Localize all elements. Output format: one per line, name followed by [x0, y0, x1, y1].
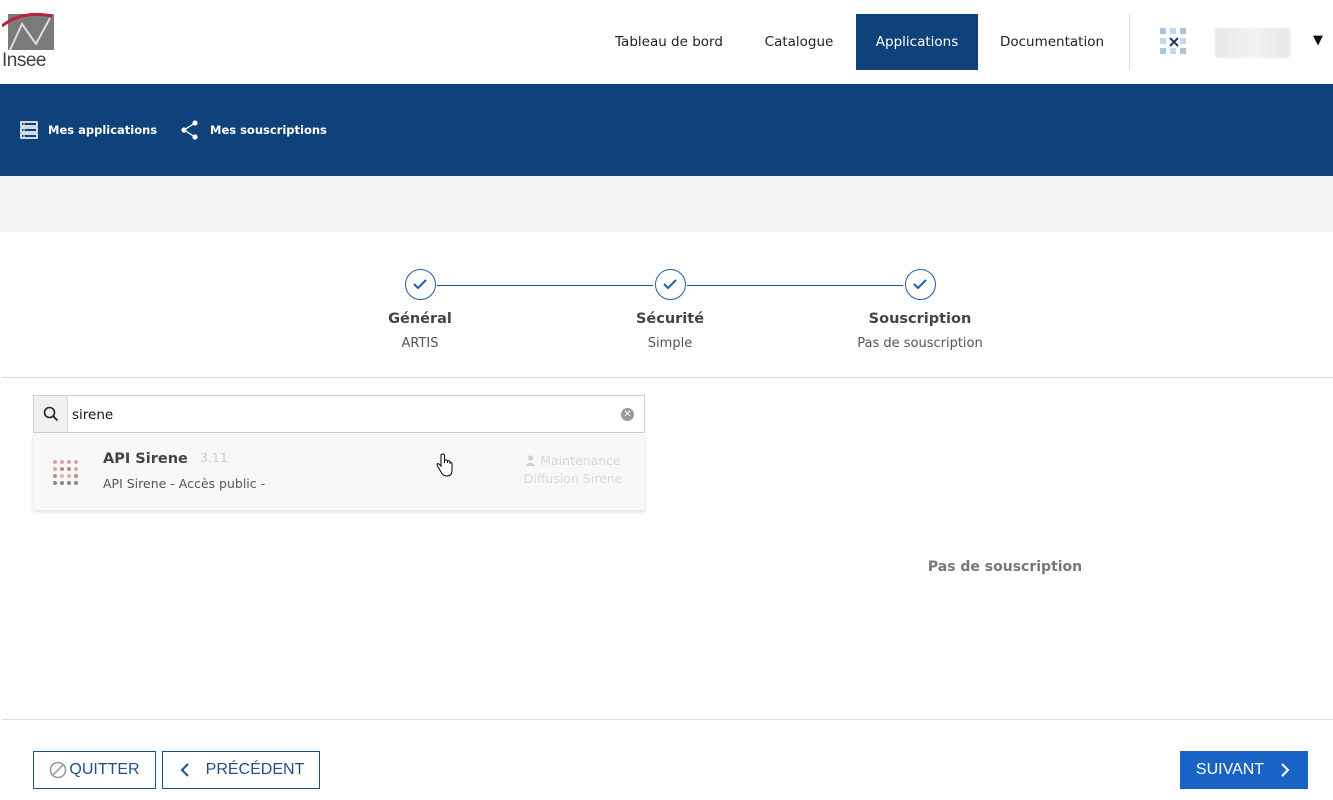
step-subtitle: Pas de souscription: [857, 336, 983, 351]
insee-logo-icon: [1, 12, 54, 51]
nav-applications[interactable]: Applications: [856, 14, 978, 70]
subnav-label: Mes applications: [48, 123, 158, 137]
previous-label: PRÉCÉDENT: [205, 761, 305, 778]
nav-catalogue[interactable]: Catalogue: [752, 14, 846, 70]
subnav-mes-souscriptions[interactable]: Mes souscriptions: [180, 84, 327, 176]
insee-logo[interactable]: Insee: [1, 12, 58, 71]
search-input[interactable]: [70, 404, 614, 426]
quit-button[interactable]: QUITTER: [33, 751, 156, 789]
share-icon: [181, 120, 198, 140]
step-title: Général: [388, 311, 452, 327]
api-owner: Maintenance Diffusion Sirene: [513, 452, 633, 488]
chevron-left-icon: [180, 763, 189, 777]
user-icon: [525, 455, 536, 466]
user-avatar[interactable]: [1158, 26, 1190, 58]
step-subtitle: ARTIS: [401, 336, 439, 351]
next-button[interactable]: SUIVANT: [1180, 751, 1308, 789]
top-header: Insee Tableau de bord Catalogue Applicat…: [0, 0, 1333, 84]
sub-navigation-bar: Mes applications Mes souscriptions: [0, 84, 1333, 176]
step-subtitle: Simple: [647, 336, 693, 351]
api-search-box: ✕: [33, 395, 645, 433]
step-title: Souscription: [868, 311, 972, 327]
stepper-line: [687, 285, 903, 286]
nav-separator: [1129, 14, 1130, 70]
step-title: Sécurité: [635, 311, 705, 327]
nav-tableau-de-bord[interactable]: Tableau de bord: [599, 14, 739, 70]
cancel-icon: [50, 761, 67, 779]
subnav-label: Mes souscriptions: [210, 123, 327, 137]
search-icon: [43, 406, 59, 422]
server-icon: [20, 121, 38, 139]
api-owner-label: Maintenance Diffusion Sirene: [523, 453, 623, 486]
clear-search-icon[interactable]: ✕: [621, 408, 634, 421]
search-result-item[interactable]: API Sirene 3.11 API Sirene - Accès publi…: [33, 434, 645, 510]
logo-text: Insee: [2, 50, 46, 71]
nav-documentation[interactable]: Documentation: [990, 14, 1114, 70]
check-icon: [663, 279, 677, 290]
step-souscription-check[interactable]: [905, 269, 936, 300]
user-menu-caret-icon[interactable]: ▼: [1313, 33, 1323, 48]
subnav-mes-applications[interactable]: Mes applications: [20, 84, 157, 176]
section-divider: [2, 377, 1333, 378]
step-general-check[interactable]: [405, 269, 436, 300]
api-grid-icon: [53, 460, 78, 485]
footer-divider: [2, 719, 1333, 720]
chevron-right-icon: [1281, 763, 1290, 777]
search-icon-box: [34, 396, 68, 432]
api-version: 3.11: [200, 450, 228, 465]
check-icon: [913, 279, 927, 290]
api-name: API Sirene: [103, 451, 188, 467]
username-blurred[interactable]: [1215, 28, 1290, 58]
api-description: API Sirene - Accès public -: [103, 476, 266, 491]
check-icon: [413, 279, 427, 290]
hand-cursor-icon: [436, 453, 453, 477]
stepper-line: [437, 285, 653, 286]
page-spacer: [0, 176, 1333, 232]
quit-label: QUITTER: [69, 761, 140, 778]
avatar-pattern-icon: [1160, 28, 1186, 54]
next-label: SUIVANT: [1195, 761, 1265, 778]
search-results-dropdown: API Sirene 3.11 API Sirene - Accès publi…: [33, 434, 645, 510]
step-securite-check[interactable]: [655, 269, 686, 300]
subscriptions-empty-state: Pas de souscription: [927, 559, 1083, 575]
previous-button[interactable]: PRÉCÉDENT: [162, 751, 320, 789]
